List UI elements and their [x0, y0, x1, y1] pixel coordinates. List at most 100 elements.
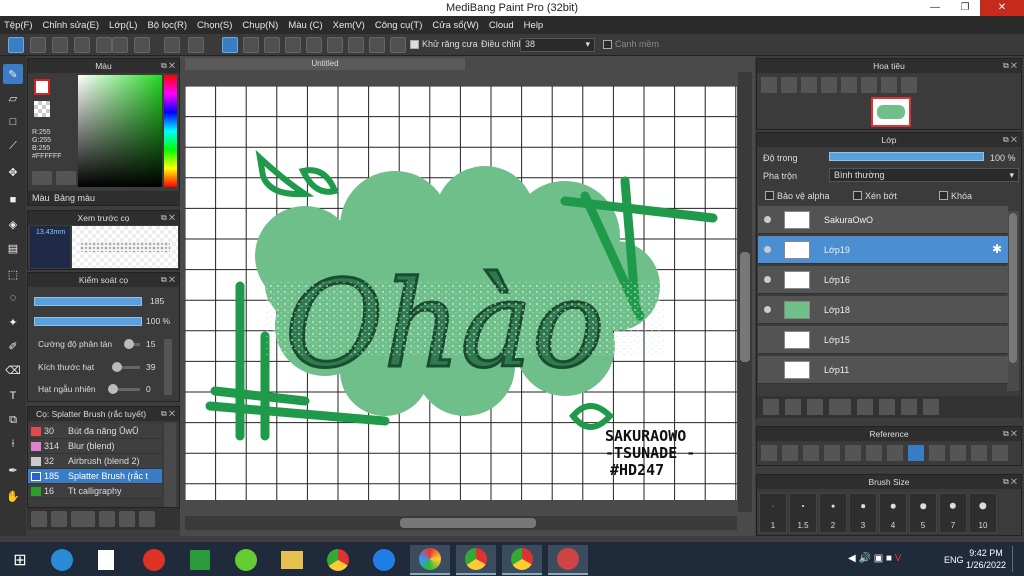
- snap-cross-icon[interactable]: [264, 37, 280, 53]
- panel-close-icon[interactable]: ⧉ ✕: [161, 273, 175, 287]
- comment-icon[interactable]: [74, 37, 90, 53]
- blur-tool-icon[interactable]: ✒: [3, 460, 23, 480]
- flip-icon[interactable]: [992, 445, 1008, 461]
- menu-file[interactable]: Tệp(F): [4, 20, 33, 31]
- brush-size-cell[interactable]: 7: [939, 493, 967, 533]
- menu-window[interactable]: Cửa sổ(W): [432, 20, 478, 31]
- brush-size-cell[interactable]: 4: [879, 493, 907, 533]
- layer-opacity-bar[interactable]: [829, 152, 984, 161]
- brush-size-cell[interactable]: 1.5: [789, 493, 817, 533]
- panel-close-icon[interactable]: ⧉ ✕: [1003, 133, 1017, 147]
- layer-row[interactable]: Lớp18: [758, 296, 1008, 324]
- particle-size-knob[interactable]: [112, 362, 122, 372]
- eyedropper-tool-icon[interactable]: ⟊: [3, 434, 23, 454]
- menu-help[interactable]: Help: [524, 20, 544, 31]
- pen-tool-icon[interactable]: ⟋: [3, 136, 23, 156]
- close-icon[interactable]: [803, 445, 819, 461]
- grid2-icon[interactable]: [134, 37, 150, 53]
- brush-list-scrollbar[interactable]: [164, 423, 176, 507]
- brush-list-item[interactable]: 314 Blur (blend): [28, 439, 162, 454]
- document-tab[interactable]: Untitled: [185, 58, 465, 70]
- opera-icon[interactable]: [134, 545, 174, 575]
- gear-icon[interactable]: [390, 37, 406, 53]
- layer-scroll-thumb[interactable]: [1009, 213, 1017, 363]
- select-pen-tool-icon[interactable]: ✐: [3, 336, 23, 356]
- move-tool-icon[interactable]: ✥: [3, 162, 23, 182]
- select-tool-icon[interactable]: ⬚: [3, 264, 23, 284]
- panel-close-icon[interactable]: ⧉ ✕: [1003, 427, 1017, 441]
- panel-tool-icon[interactable]: ⧉: [3, 410, 23, 430]
- snipping-tool-icon[interactable]: [548, 545, 588, 575]
- antialias-checkbox[interactable]: [410, 40, 419, 49]
- snap-radial-icon[interactable]: [306, 37, 322, 53]
- page-icon[interactable]: [96, 37, 112, 53]
- cloud-icon[interactable]: [761, 445, 777, 461]
- brush-list-item[interactable]: 32 Airbrush (blend 2): [28, 454, 162, 469]
- vivaldi-tray-icon[interactable]: V: [895, 553, 902, 564]
- menu-view[interactable]: Xem(V): [333, 20, 365, 31]
- folder-icon[interactable]: [857, 399, 873, 415]
- coccoc-icon[interactable]: [226, 545, 266, 575]
- chat-icon[interactable]: [52, 37, 68, 53]
- saturation-picker[interactable]: [78, 75, 162, 187]
- navigator-thumbnail[interactable]: [871, 97, 911, 127]
- restore-button[interactable]: ❐: [950, 0, 980, 16]
- new-layer-icon[interactable]: [763, 399, 779, 415]
- snap-vanishing-icon[interactable]: [285, 37, 301, 53]
- foreground-color-swatch[interactable]: [34, 79, 50, 95]
- panel-close-icon[interactable]: ⧉ ✕: [1003, 475, 1017, 489]
- merge-down-icon[interactable]: [901, 399, 917, 415]
- zoom-out-icon[interactable]: [801, 77, 817, 93]
- redo-icon[interactable]: [188, 37, 204, 53]
- brush-list-item[interactable]: 30 Bút đa năng ŮwŮ: [28, 424, 162, 439]
- add-brush-icon[interactable]: [71, 511, 95, 527]
- layer-row[interactable]: Lớp16: [758, 266, 1008, 294]
- eyedropper-icon[interactable]: [887, 445, 903, 461]
- close-button[interactable]: ✕: [980, 0, 1024, 16]
- panel-close-icon[interactable]: ⧉ ✕: [1003, 59, 1017, 73]
- layer-row[interactable]: SakuraOwO: [758, 206, 1008, 234]
- rotate-right-icon[interactable]: [881, 77, 897, 93]
- eye-icon[interactable]: [764, 216, 771, 223]
- brush-size-cell[interactable]: 3: [849, 493, 877, 533]
- new-brush-icon[interactable]: [51, 511, 67, 527]
- hand-tool-icon[interactable]: ✋: [3, 486, 23, 506]
- new-8bit-layer-icon[interactable]: [807, 399, 823, 415]
- menu-tools[interactable]: Công cụ(T): [375, 20, 423, 31]
- chrome-icon[interactable]: [318, 545, 358, 575]
- menu-filter[interactable]: Bộ lọc(R): [147, 20, 187, 31]
- store-icon[interactable]: [180, 545, 220, 575]
- vertical-scroll-thumb[interactable]: [740, 252, 750, 362]
- bucket-tool-icon[interactable]: ◈: [3, 214, 23, 234]
- file-explorer-icon[interactable]: [272, 545, 312, 575]
- rotate-left-icon[interactable]: [841, 77, 857, 93]
- magic-wand-tool-icon[interactable]: ✦: [3, 312, 23, 332]
- eye-icon[interactable]: [764, 276, 771, 283]
- folder-icon[interactable]: [119, 511, 135, 527]
- fill-rect-tool-icon[interactable]: ■: [3, 190, 23, 210]
- menu-cloud[interactable]: Cloud: [489, 20, 514, 31]
- layer-row[interactable]: Lớp19 ✱: [758, 236, 1008, 264]
- tray-icons[interactable]: ◀ 🔊 ▣ ■ V: [848, 553, 901, 564]
- scatter-knob[interactable]: [124, 339, 134, 349]
- snap-circle-icon[interactable]: [369, 37, 385, 53]
- fullscreen-icon[interactable]: [950, 445, 966, 461]
- minimize-button[interactable]: —: [920, 0, 950, 16]
- show-desktop-button[interactable]: [1012, 546, 1020, 572]
- brush-control-scrollbar[interactable]: [164, 339, 172, 395]
- blend-mode-select[interactable]: Bình thường ▾: [829, 168, 1019, 182]
- grid-icon[interactable]: [112, 37, 128, 53]
- medibang-taskbar-icon[interactable]: [410, 545, 450, 575]
- brush-list-item[interactable]: 185 Splatter Brush (rắc t: [28, 469, 162, 484]
- tab-palette[interactable]: Bảng màu: [54, 193, 95, 203]
- brush-size-cell[interactable]: 1: [759, 493, 787, 533]
- menu-select[interactable]: Chọn(S): [197, 20, 232, 31]
- clipping-checkbox[interactable]: [853, 191, 862, 200]
- menu-layer[interactable]: Lớp(L): [109, 20, 137, 31]
- system-clock[interactable]: 9:42 PM 1/26/2022: [966, 547, 1006, 571]
- open-folder-icon[interactable]: [782, 445, 798, 461]
- horizontal-scroll-thumb[interactable]: [400, 518, 536, 528]
- language-indicator[interactable]: ENG: [944, 555, 964, 565]
- brush-size-bar[interactable]: [34, 297, 142, 306]
- brush-size-cell[interactable]: 5: [909, 493, 937, 533]
